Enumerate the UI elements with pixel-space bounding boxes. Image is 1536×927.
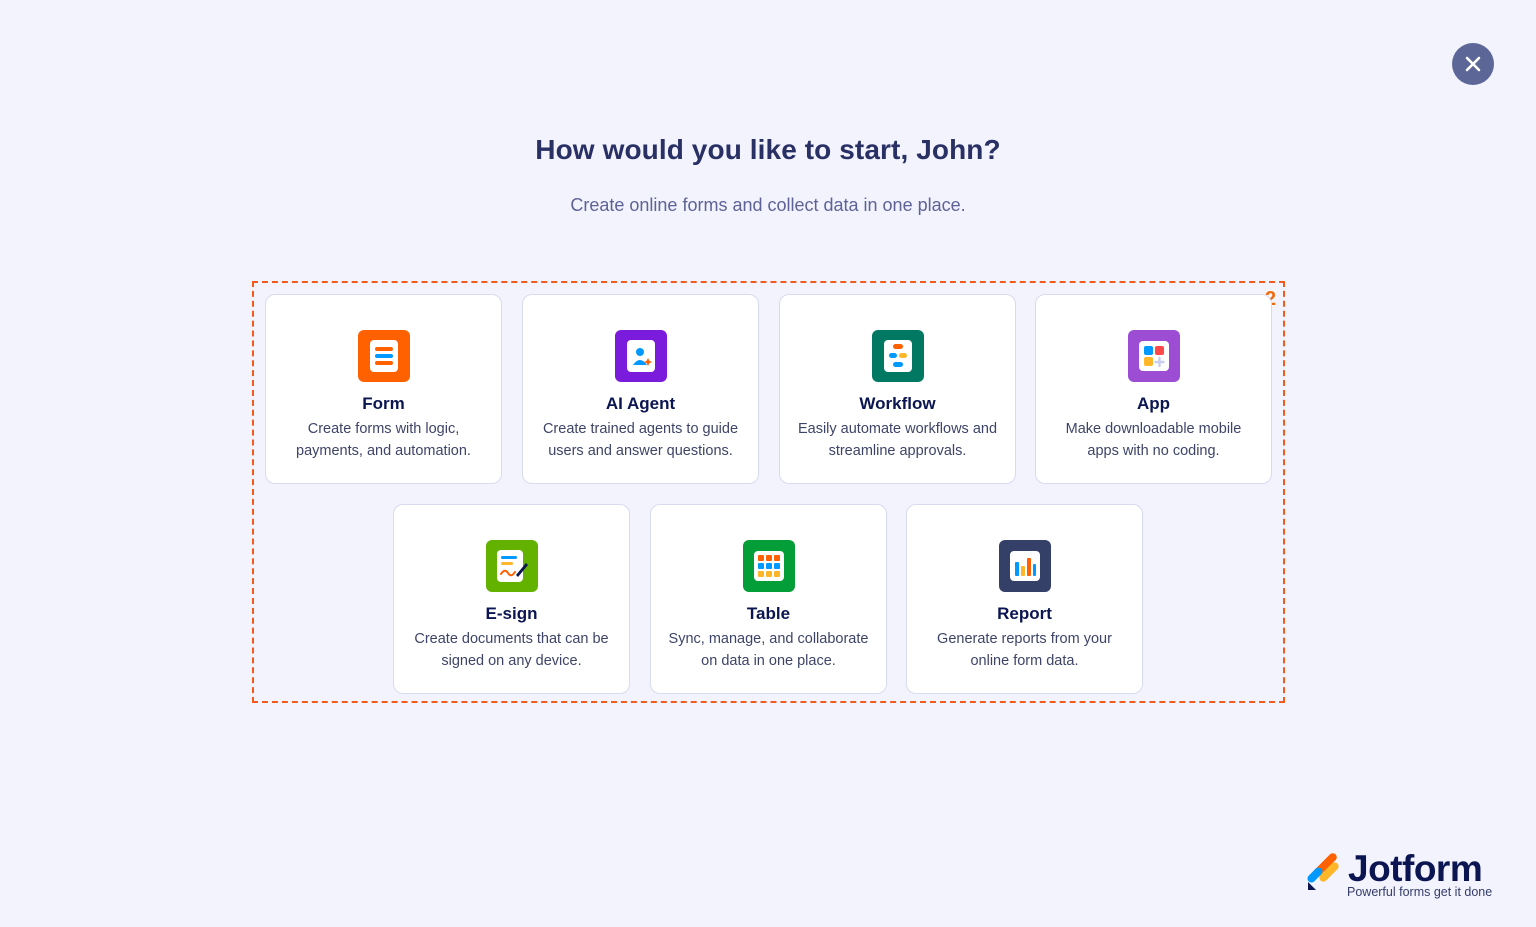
card-description: Create trained agents to guide users and… (542, 421, 739, 459)
report-icon (999, 540, 1051, 592)
card-workflow[interactable]: Workflow Easily automate workflows and s… (779, 294, 1016, 484)
card-table[interactable]: Table Sync, manage, and collaborate on d… (650, 504, 887, 694)
table-icon (743, 540, 795, 592)
app-icon (1128, 330, 1180, 382)
card-title: Report (997, 604, 1052, 623)
card-title: Workflow (859, 394, 936, 413)
workflow-icon (872, 330, 924, 382)
card-title: AI Agent (605, 394, 676, 413)
close-button[interactable] (1452, 43, 1494, 85)
card-title: Table (746, 604, 791, 623)
card-ai-agent[interactable]: AI Agent Create trained agents to guide … (522, 294, 759, 484)
card-description: Generate reports from your online form d… (937, 631, 1112, 669)
brand-name: Jotform (1348, 848, 1483, 889)
card-title: App (1136, 394, 1171, 413)
page-subtitle: Create online forms and collect data in … (570, 195, 966, 215)
page-title: How would you like to start, John? (535, 134, 1001, 165)
card-title: Form (362, 394, 405, 413)
ai-agent-icon (615, 330, 667, 382)
card-description: Easily automate workflows and streamline… (797, 421, 998, 459)
jotform-logo-icon (1307, 853, 1339, 890)
card-description: Create documents that can be signed on a… (414, 631, 609, 669)
card-title: E-sign (485, 604, 538, 623)
card-report[interactable]: Report Generate reports from your online… (906, 504, 1143, 694)
card-form[interactable]: Form Create forms with logic, payments, … (265, 294, 502, 484)
card-description: Create forms with logic, payments, and a… (296, 421, 471, 459)
card-description: Make downloadable mobile apps with no co… (1065, 421, 1242, 459)
card-app[interactable]: App Make downloadable mobile apps with n… (1035, 294, 1272, 484)
card-esign[interactable]: E-sign Create documents that can be sign… (393, 504, 630, 694)
close-icon (1465, 56, 1481, 72)
jotform-logo: Jotform Powerful forms get it done (1305, 848, 1500, 902)
esign-icon (486, 540, 538, 592)
card-description: Sync, manage, and collaborate on data in… (668, 631, 869, 669)
brand-tagline: Powerful forms get it done (1347, 885, 1493, 899)
form-icon (358, 330, 410, 382)
